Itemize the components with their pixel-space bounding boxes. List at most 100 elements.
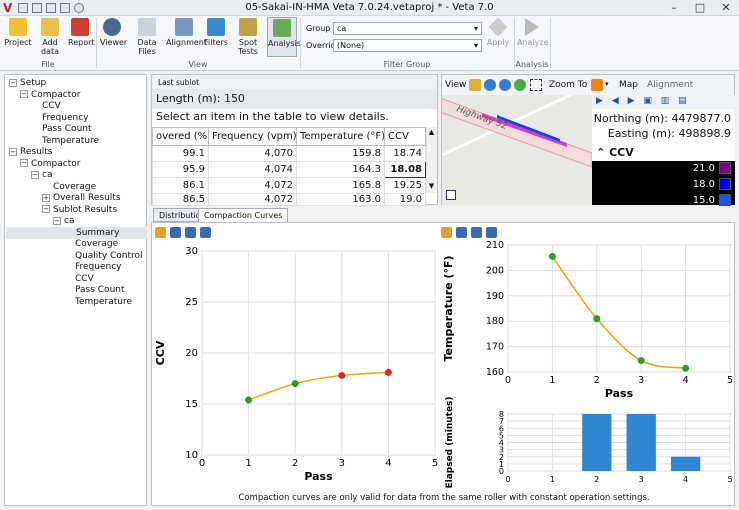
table-row[interactable]: 99.1 4,070 159.8 18.74	[152, 145, 426, 162]
zoom-dropdown-icon[interactable]: ▾	[605, 80, 609, 88]
tree-node[interactable]: Pass Count	[64, 284, 125, 296]
alignment-tab[interactable]: Alignment	[647, 80, 693, 90]
table-row[interactable]: 86.5 4,072 163.0 19.0	[152, 193, 426, 206]
table-cell: 4,072	[208, 193, 297, 206]
tree-node[interactable]: − ca	[53, 215, 74, 227]
collapse-icon[interactable]: −	[20, 90, 28, 98]
table-cell: 165.8	[296, 177, 385, 194]
tree-node[interactable]: + Overall Results	[42, 192, 121, 204]
viewer-button[interactable]: Viewer	[100, 18, 127, 47]
collapse-icon[interactable]: −	[9, 78, 17, 87]
filters-button[interactable]: Filters	[204, 18, 228, 47]
close-button[interactable]: ✕	[713, 0, 739, 15]
column-header[interactable]: Frequency (vpm)	[208, 127, 297, 146]
collapse-icon[interactable]: −	[42, 205, 50, 213]
table-cell: 4,070	[208, 145, 297, 162]
zoom-to-button[interactable]: Zoom To	[549, 80, 587, 90]
group-select[interactable]: ca	[333, 22, 482, 35]
expand-icon[interactable]: +	[42, 193, 50, 202]
apply-button[interactable]: Apply	[486, 17, 510, 47]
tree-node[interactable]: Frequency	[64, 261, 122, 273]
table-row[interactable]: 86.1 4,072 165.8 19.25	[152, 177, 426, 194]
project-button-label: Project	[4, 38, 32, 47]
map-button[interactable]: Map	[619, 80, 638, 90]
project-button[interactable]: Project	[4, 18, 32, 47]
tree-node[interactable]: − Sublot Results	[42, 204, 117, 216]
scroll-down-icon[interactable]: ▼	[427, 181, 436, 191]
collapse-icon[interactable]: ⌃	[596, 146, 605, 159]
collapse-icon[interactable]: −	[53, 216, 61, 225]
tree-node[interactable]: Pass Count	[31, 123, 92, 135]
alignment-button[interactable]: Alignment	[166, 18, 207, 47]
add-data-button[interactable]: Add data	[34, 18, 66, 56]
x-tick-label: 0	[199, 458, 205, 469]
ccv-legend: 21.0 18.0 15.0	[592, 161, 735, 206]
tree-node[interactable]: − ca	[31, 169, 52, 181]
tab-compaction-curves[interactable]: Compaction Curves	[198, 208, 289, 222]
tree-node[interactable]: CCV	[31, 100, 61, 112]
override-select[interactable]: (None)	[333, 39, 482, 52]
northing-value: Northing (m): 4479877.0	[593, 112, 731, 125]
select-rectangle-icon[interactable]	[530, 79, 542, 91]
y-axis-title: CCV	[154, 340, 167, 365]
ccv-legend-header[interactable]: ⌃ CCV	[592, 146, 735, 160]
tree-node[interactable]: Temperature	[64, 296, 132, 308]
filters-button-label: Filters	[204, 38, 228, 47]
tree-node[interactable]: − Results	[9, 146, 53, 158]
tree-node[interactable]: Summary	[6, 226, 147, 239]
tree-node[interactable]: − Compactor	[20, 89, 80, 101]
project-tree[interactable]: − Setup − Compactor CCV Frequency Pass Count Te…	[4, 74, 147, 506]
tree-node-label: Coverage	[53, 181, 97, 192]
tree-node-label: Temperature	[42, 135, 100, 146]
map-nav-icons[interactable]: ▶ ◀ ▶ ▣ ▥ ▤	[596, 96, 690, 106]
y-tick-label: 160	[486, 367, 504, 378]
tree-node[interactable]: − Compactor	[20, 158, 80, 170]
report-button[interactable]: Report	[68, 18, 95, 47]
minimize-button[interactable]: –	[661, 0, 687, 15]
collapse-icon[interactable]: −	[20, 159, 28, 167]
column-header[interactable]: Temperature (°F)	[296, 127, 385, 146]
table-cell: 99.1	[152, 145, 209, 162]
easting-value: Easting (m): 498898.9	[607, 127, 731, 140]
tree-node[interactable]: Coverage	[42, 181, 96, 193]
x-tick-label: 5	[432, 458, 438, 469]
collapse-icon[interactable]: −	[9, 147, 17, 156]
tree-node[interactable]: Frequency	[31, 112, 89, 124]
data-point	[682, 364, 690, 372]
tree-node-label: Overall Results	[53, 193, 121, 203]
tree-node[interactable]: Temperature	[31, 135, 99, 147]
table-row[interactable]: 95.9 4,074 164.3 18.08	[152, 161, 426, 178]
add-point-icon[interactable]	[514, 79, 526, 91]
zoom-out-icon[interactable]	[499, 79, 511, 91]
zoom-to-icon[interactable]	[591, 79, 603, 91]
tree-node[interactable]: CCV	[64, 273, 94, 285]
spot-tests-button[interactable]: Spot Tests	[230, 18, 266, 56]
pan-icon[interactable]	[469, 79, 481, 91]
map-corner-icon[interactable]	[446, 190, 456, 200]
analysis-button[interactable]: Analysis	[267, 17, 301, 57]
y-tick-label: 180	[486, 316, 504, 327]
analyze-button[interactable]: Analyze	[517, 18, 549, 47]
table-cell: 163.0	[296, 193, 385, 206]
collapse-icon[interactable]: −	[31, 170, 39, 179]
scroll-up-icon[interactable]: ▲	[427, 127, 436, 137]
tree-node-label: Coverage	[75, 239, 119, 249]
data-files-button[interactable]: Data Files	[129, 18, 165, 56]
column-header[interactable]: overed (%)	[152, 127, 209, 146]
map-canvas[interactable]: Highway 52	[442, 95, 592, 205]
tree-node[interactable]: − Setup	[9, 77, 46, 89]
y-tick-label: 8	[499, 410, 504, 419]
tree-node[interactable]: Quality Control	[64, 250, 143, 262]
column-header[interactable]: CCV	[384, 127, 426, 146]
tree-node[interactable]: Coverage	[64, 238, 118, 250]
legend-value: 15.0	[692, 195, 715, 206]
tree-node-label: Summary	[76, 227, 120, 238]
bar	[670, 456, 701, 471]
tree-node-label: ca	[42, 170, 53, 180]
tree-node-label: Compactor	[31, 158, 81, 169]
spot-tests-icon	[239, 18, 257, 36]
maximize-button[interactable]: □	[687, 0, 713, 15]
zoom-in-icon[interactable]	[484, 79, 496, 91]
y-tick-label: 20	[185, 348, 198, 359]
sublot-table[interactable]: overed (%) Frequency (vpm) Temperature (°F…	[152, 127, 426, 206]
